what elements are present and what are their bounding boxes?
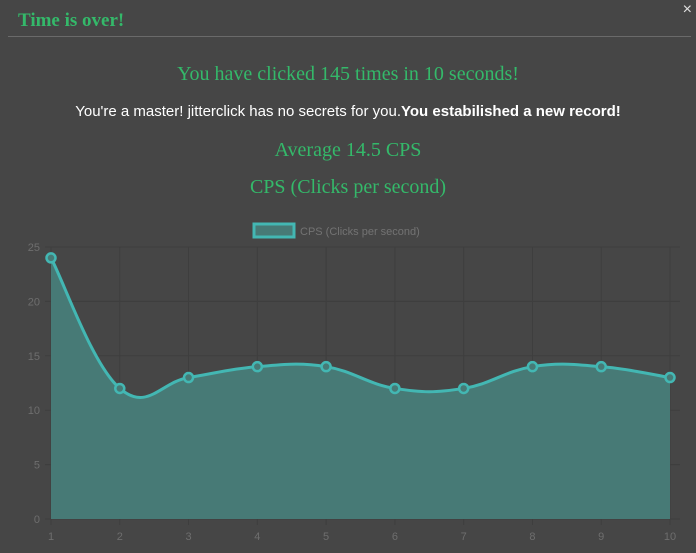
x-tick-label: 2 (117, 531, 123, 543)
y-tick-label: 5 (34, 460, 40, 472)
x-tick-label: 7 (461, 531, 467, 543)
y-tick-label: 0 (34, 514, 40, 526)
data-point[interactable] (526, 360, 539, 373)
data-point[interactable] (389, 382, 401, 395)
data-point[interactable] (251, 360, 264, 373)
series-area-fill (51, 257, 670, 519)
legend-label[interactable]: CPS (Clicks per second) (300, 226, 420, 238)
x-tick-label: 6 (392, 531, 398, 543)
data-point[interactable] (320, 360, 332, 373)
data-point[interactable] (182, 371, 195, 384)
y-tick-label: 10 (28, 405, 40, 417)
x-tick-label: 3 (185, 531, 191, 543)
legend-swatch[interactable] (252, 222, 296, 239)
x-tick-label: 4 (254, 531, 260, 543)
y-tick-label: 20 (28, 296, 40, 308)
data-point[interactable] (45, 252, 57, 264)
cps-chart: 0 5 10 15 20 25 1 2 3 4 5 6 7 8 9 10 CPS (Clicks per se… (28, 222, 680, 543)
x-tick-label: 1 (48, 531, 54, 543)
data-point[interactable] (595, 360, 607, 373)
data-point[interactable] (664, 371, 676, 384)
x-tick-label: 9 (598, 531, 604, 543)
data-point[interactable] (114, 382, 126, 395)
chart-legend[interactable]: CPS (Clicks per second) (252, 222, 420, 239)
x-tick-label: 8 (529, 531, 535, 543)
results-dialog: Time is over! × You have clicked 145 tim… (0, 0, 696, 553)
y-tick-label: 25 (28, 242, 40, 254)
x-tick-label: 5 (323, 531, 329, 543)
x-tick-label: 10 (664, 531, 676, 543)
y-tick-label: 15 (28, 351, 40, 363)
data-point[interactable] (457, 382, 470, 395)
